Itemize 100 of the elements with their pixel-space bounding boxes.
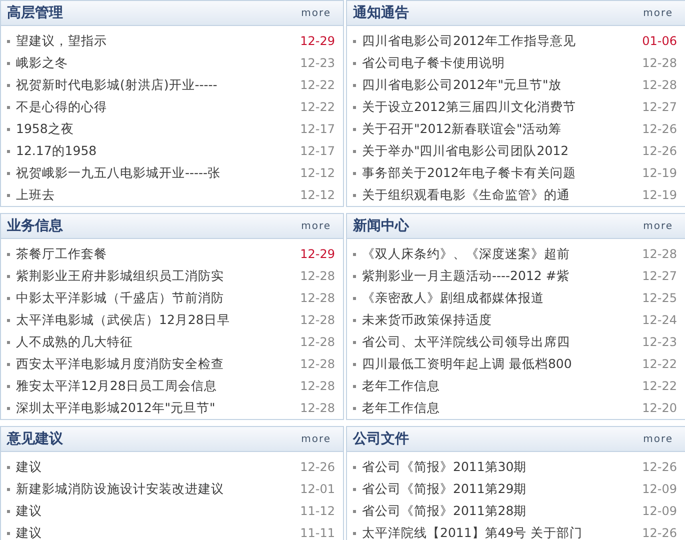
bullet-icon xyxy=(7,340,10,344)
news-link[interactable]: 关于设立2012第三届四川文化消费节 xyxy=(362,98,642,116)
news-date: 12-29 xyxy=(300,247,335,261)
news-date: 12-24 xyxy=(642,313,677,327)
panel-title: 通知通告 xyxy=(353,4,409,22)
more-link[interactable]: more xyxy=(301,220,331,232)
bullet-icon xyxy=(353,296,356,300)
bullet-icon xyxy=(7,510,10,512)
news-date: 12-28 xyxy=(642,56,677,70)
panel-title: 意见建议 xyxy=(7,430,63,448)
news-date: 12-28 xyxy=(300,357,335,371)
bullet-icon xyxy=(7,252,10,256)
news-link[interactable]: 上班去 xyxy=(16,186,300,204)
news-date: 12-28 xyxy=(300,335,335,349)
news-date: 12-28 xyxy=(642,247,677,261)
news-link[interactable]: 关于召开"2012新春联谊会"活动筹 xyxy=(362,120,642,138)
news-date: 12-26 xyxy=(642,460,677,474)
more-link[interactable]: more xyxy=(301,8,331,18)
bullet-icon xyxy=(7,384,10,388)
news-link[interactable]: 省公司《简报》2011第28期 xyxy=(362,502,642,520)
news-date: 12-29 xyxy=(300,34,335,48)
news-link[interactable]: 太平洋电影城（武侯店）12月28日早 xyxy=(16,312,300,328)
bullet-icon xyxy=(353,362,356,366)
news-link[interactable]: 省公司、太平洋院线公司领导出席四 xyxy=(362,334,642,350)
news-link[interactable]: 建议 xyxy=(16,502,300,520)
bullet-icon xyxy=(7,150,10,152)
news-link[interactable]: 省公司《简报》2011第30期 xyxy=(362,458,642,476)
news-link[interactable]: 四川省电影公司2012年"元旦节"放 xyxy=(362,76,642,94)
more-link[interactable]: more xyxy=(643,220,673,232)
news-date: 12-22 xyxy=(300,100,335,114)
bullet-icon xyxy=(353,252,356,256)
news-link[interactable]: 《双人床条约》、《深度迷案》超前 xyxy=(362,246,642,262)
news-date: 12-22 xyxy=(642,357,677,371)
news-date: 12-23 xyxy=(300,56,335,70)
bullet-icon xyxy=(7,128,10,130)
panel-title: 高层管理 xyxy=(7,4,63,22)
news-link[interactable]: 《亲密敌人》剧组成都媒体报道 xyxy=(362,290,642,306)
news-link[interactable]: 茶餐厅工作套餐 xyxy=(16,246,300,262)
bullet-icon xyxy=(353,106,356,108)
news-link[interactable]: 人不成熟的几大特征 xyxy=(16,334,300,350)
news-link[interactable]: 中影太平洋影城（千盛店）节前消防 xyxy=(16,290,300,306)
bullet-icon xyxy=(353,340,356,344)
more-link[interactable]: more xyxy=(643,434,673,444)
news-link[interactable]: 雅安太平洋12月28日员工周会信息 xyxy=(16,378,300,394)
panel-title: 业务信息 xyxy=(7,217,63,235)
news-link[interactable]: 峨影之冬 xyxy=(16,54,300,72)
news-link[interactable]: 西安太平洋电影城月度消防安全检查 xyxy=(16,356,300,372)
more-link[interactable]: more xyxy=(643,8,673,18)
news-link[interactable]: 1958之夜 xyxy=(16,120,300,138)
bullet-icon xyxy=(353,274,356,278)
bullet-icon xyxy=(7,466,10,468)
news-date: 12-12 xyxy=(300,166,335,180)
bullet-icon xyxy=(353,318,356,322)
news-link[interactable]: 建议 xyxy=(16,458,300,476)
news-link[interactable]: 未来货币政策保持适度 xyxy=(362,312,642,328)
news-link[interactable]: 不是心得的心得 xyxy=(16,98,300,116)
news-date: 12-27 xyxy=(642,269,677,283)
bullet-icon xyxy=(353,406,356,410)
news-date: 11-12 xyxy=(300,504,335,518)
news-link[interactable]: 望建议，望指示 xyxy=(16,32,300,50)
news-link[interactable]: 关于举办"四川省电影公司团队2012 xyxy=(362,142,642,160)
news-date: 12-19 xyxy=(642,188,677,202)
news-link[interactable]: 12.17的1958 xyxy=(16,142,300,160)
news-link[interactable]: 关于组织观看电影《生命监管》的通 xyxy=(362,186,642,204)
bullet-icon xyxy=(7,274,10,278)
news-link[interactable]: 事务部关于2012年电子餐卡有关问题 xyxy=(362,164,642,182)
bullet-icon xyxy=(7,106,10,108)
news-link[interactable]: 太平洋院线【2011】第49号 关于部门 xyxy=(362,524,642,540)
news-link[interactable]: 祝贺峨影一九五八电影城开业-----张 xyxy=(16,164,300,182)
news-date: 12-28 xyxy=(642,78,677,92)
news-date: 12-20 xyxy=(642,401,677,415)
bullet-icon xyxy=(7,532,10,534)
news-date: 12-17 xyxy=(300,144,335,158)
news-link[interactable]: 建议 xyxy=(16,524,300,540)
panel-title: 新闻中心 xyxy=(353,217,409,235)
bullet-icon xyxy=(7,318,10,322)
bullet-icon xyxy=(353,128,356,130)
news-date: 12-26 xyxy=(642,526,677,540)
news-link[interactable]: 四川省电影公司2012年工作指导意见 xyxy=(362,32,642,50)
news-link[interactable]: 省公司《简报》2011第29期 xyxy=(362,480,642,498)
news-link[interactable]: 省公司电子餐卡使用说明 xyxy=(362,54,642,72)
news-link[interactable]: 四川最低工资明年起上调 最低档800 xyxy=(362,356,642,372)
news-date: 11-11 xyxy=(300,526,335,540)
more-link[interactable]: more xyxy=(301,434,331,444)
news-link[interactable]: 深圳太平洋电影城2012年"元旦节" xyxy=(16,400,300,416)
news-date: 12-25 xyxy=(642,291,677,305)
news-link[interactable]: 老年工作信息 xyxy=(362,378,642,394)
news-date: 12-26 xyxy=(642,122,677,136)
news-date: 12-01 xyxy=(300,482,335,496)
news-link[interactable]: 新建影城消防设施设计安装改进建议 xyxy=(16,480,300,498)
news-link[interactable]: 祝贺新时代电影城(射洪店)开业----- xyxy=(16,76,300,94)
news-link[interactable]: 紫荆影业一月主题活动----2012 #紫 xyxy=(362,268,642,284)
news-date: 12-12 xyxy=(300,188,335,202)
news-date: 12-28 xyxy=(300,291,335,305)
bullet-icon xyxy=(353,510,356,512)
news-link[interactable]: 紫荆影业王府井影城组织员工消防实 xyxy=(16,268,300,284)
news-date: 12-28 xyxy=(300,269,335,283)
bullet-icon xyxy=(353,384,356,388)
bullet-icon xyxy=(7,194,10,196)
news-link[interactable]: 老年工作信息 xyxy=(362,400,642,416)
